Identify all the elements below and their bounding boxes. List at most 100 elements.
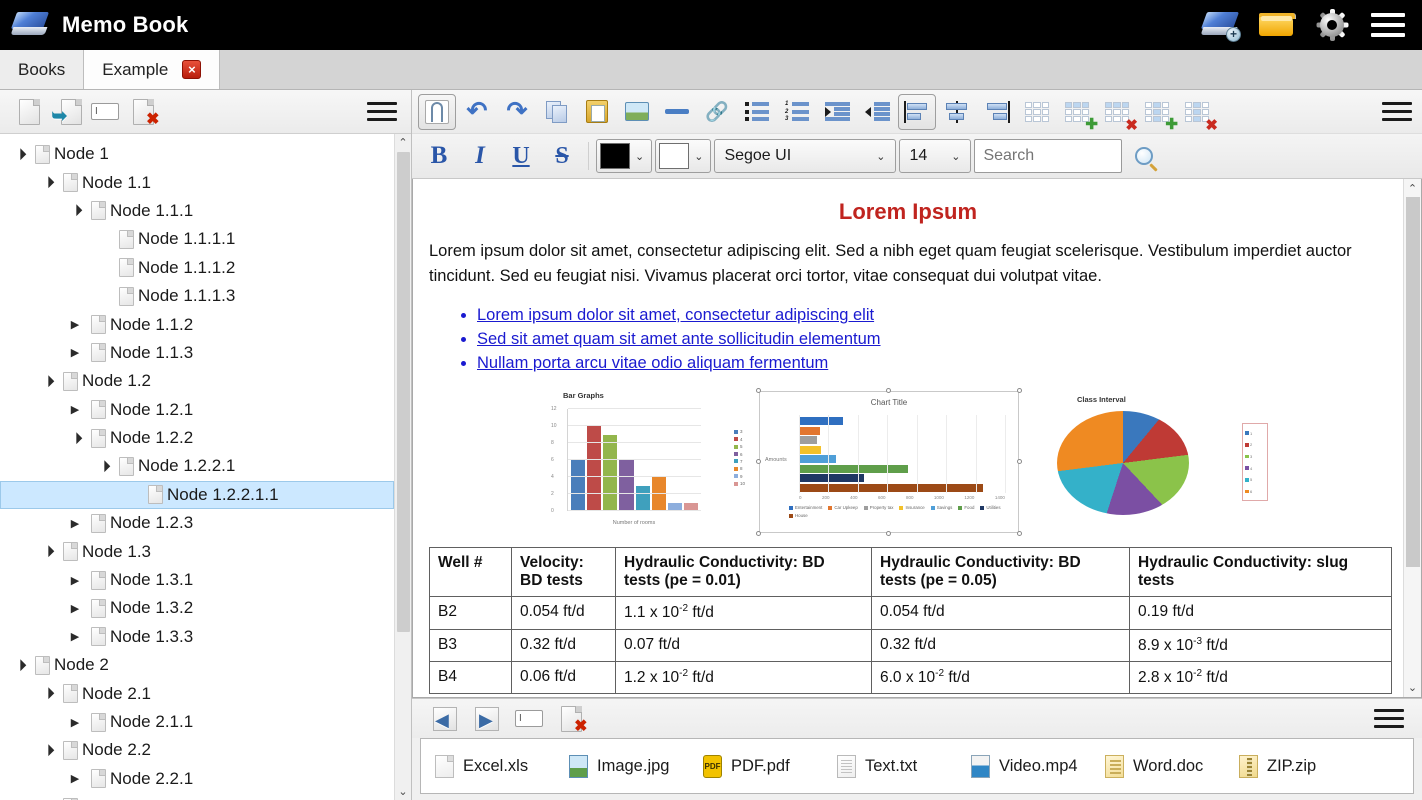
previous-attachment-button[interactable]: ◀	[426, 702, 464, 736]
tree-node[interactable]: Node 1.2.3	[0, 509, 394, 537]
expand-arrow-icon[interactable]	[64, 772, 86, 785]
chevron-down-icon[interactable]: ⌄	[635, 150, 648, 163]
collapse-arrow-icon[interactable]	[8, 659, 30, 672]
bold-button[interactable]: B	[420, 138, 458, 174]
tree-menu-button[interactable]	[363, 95, 401, 129]
tab-books[interactable]: Books	[0, 50, 85, 89]
document-link-item[interactable]: Nullam porta arcu vitae odio aliquam fer…	[477, 351, 1387, 375]
attachment-item[interactable]: ZIP.zip	[1239, 754, 1373, 778]
document-link[interactable]: Nullam porta arcu vitae odio aliquam fer…	[477, 354, 828, 372]
tree-node[interactable]: Node 2	[0, 651, 394, 679]
insert-node-button[interactable]: ➥	[48, 95, 86, 129]
settings-button[interactable]	[1304, 2, 1360, 48]
delete-column-button[interactable]: ✖	[1178, 94, 1218, 134]
expand-arrow-icon[interactable]	[64, 574, 86, 587]
close-tab-icon[interactable]: ×	[182, 60, 202, 79]
tree-node[interactable]: Node 2.3	[0, 793, 394, 800]
open-folder-button[interactable]	[1248, 2, 1304, 48]
main-menu-button[interactable]	[1360, 2, 1416, 48]
delete-node-button[interactable]: ✖	[124, 95, 162, 129]
expand-arrow-icon[interactable]	[64, 403, 86, 416]
document-link-item[interactable]: Lorem ipsum dolor sit amet, consectetur …	[477, 303, 1387, 327]
editor-scrollbar-thumb[interactable]	[1406, 197, 1420, 567]
add-column-button[interactable]: ✚	[1138, 94, 1178, 133]
tree-node[interactable]: Node 1.3.1	[0, 566, 394, 594]
tab-example[interactable]: Example ×	[84, 50, 221, 89]
numbered-list-button[interactable]: 1 2 3	[778, 94, 816, 130]
copy-button[interactable]	[538, 94, 576, 130]
new-node-button[interactable]	[10, 95, 48, 129]
tree-node[interactable]: Node 2.2.1	[0, 765, 394, 793]
tree-node[interactable]: Node 1.2.1	[0, 396, 394, 424]
collapse-arrow-icon[interactable]	[36, 687, 58, 700]
attachment-item[interactable]: Excel.xls	[435, 754, 569, 778]
node-tree[interactable]: Node 1 Node 1.1 Node 1.1.1 Node 1.1.1.1 Node…	[0, 134, 394, 800]
insert-table-button[interactable]	[1018, 94, 1056, 130]
expand-arrow-icon[interactable]	[64, 318, 86, 331]
tree-node[interactable]: Node 1.2.2.1.1	[0, 480, 394, 510]
underline-button[interactable]: U	[502, 138, 540, 174]
expand-arrow-icon[interactable]	[64, 602, 86, 615]
tree-node[interactable]: Node 1.3	[0, 537, 394, 565]
horizontal-rule-button[interactable]	[658, 94, 696, 130]
delete-row-button[interactable]: ✖	[1098, 94, 1138, 134]
resize-handle[interactable]	[886, 531, 891, 537]
add-row-button[interactable]: ✚	[1058, 94, 1098, 133]
increase-indent-button[interactable]	[818, 94, 856, 130]
strikethrough-button[interactable]: S	[543, 138, 581, 174]
document-link[interactable]: Sed sit amet quam sit amet ante sollicit…	[477, 330, 881, 348]
chevron-down-icon[interactable]: ⌄	[694, 150, 707, 163]
tree-node[interactable]: Node 1.2.2.1	[0, 452, 394, 480]
tree-scrollbar-thumb[interactable]	[397, 152, 410, 632]
tree-node[interactable]: Node 1.2	[0, 367, 394, 395]
bar-chart[interactable]: Bar Graphs 0 2 4 6 8 10 12 Number of rooms 3 4 5…	[549, 391, 749, 531]
expand-arrow-icon[interactable]	[64, 716, 86, 729]
collapse-arrow-icon[interactable]	[92, 460, 114, 473]
undo-button[interactable]: ↶	[458, 94, 496, 130]
tree-node[interactable]: Node 1.1.3	[0, 339, 394, 367]
font-family-select[interactable]: Segoe UI ⌄	[714, 139, 897, 173]
add-book-button[interactable]: +	[1192, 2, 1248, 48]
tree-scrollbar[interactable]: ⌃ ⌄	[394, 134, 411, 800]
pie-chart[interactable]: Class Interval 1 2 3 4 5 6	[1049, 391, 1268, 533]
attachment-item[interactable]: PDF PDF.pdf	[703, 754, 837, 778]
horizontal-bar-chart[interactable]: Chart Title Amounts 0 200 400 600 800 1000 120…	[756, 388, 1022, 537]
expand-arrow-icon[interactable]	[64, 517, 86, 530]
attachment-menu-button[interactable]	[1370, 702, 1408, 736]
bullet-list-button[interactable]	[738, 94, 776, 130]
attachment-item[interactable]: Text.txt	[837, 754, 971, 778]
scroll-up-icon[interactable]: ⌃	[398, 136, 407, 149]
attachment-item[interactable]: Image.jpg	[569, 754, 703, 778]
tree-node[interactable]: Node 1	[0, 140, 394, 168]
italic-button[interactable]: I	[461, 138, 499, 174]
resize-handle[interactable]	[1017, 388, 1022, 394]
expand-arrow-icon[interactable]	[64, 346, 86, 359]
resize-handle[interactable]	[756, 531, 761, 537]
search-input[interactable]	[974, 139, 1123, 173]
insert-link-button[interactable]: 🔗	[698, 94, 736, 130]
tree-node[interactable]: Node 1.3.2	[0, 594, 394, 622]
text-color-picker[interactable]: ⌄	[596, 139, 653, 173]
insert-image-button[interactable]	[618, 94, 656, 130]
tree-node[interactable]: Node 2.1	[0, 679, 394, 707]
scroll-down-icon[interactable]: ⌄	[1408, 681, 1417, 694]
expand-arrow-icon[interactable]	[64, 630, 86, 643]
decrease-indent-button[interactable]	[858, 94, 896, 130]
align-center-button[interactable]	[938, 94, 976, 130]
tree-node[interactable]: Node 2.1.1	[0, 708, 394, 736]
align-left-button[interactable]	[898, 93, 936, 130]
tree-node[interactable]: Node 1.1.1.1	[0, 225, 394, 253]
tree-node[interactable]: Node 1.3.3	[0, 623, 394, 651]
scroll-up-icon[interactable]: ⌃	[1408, 182, 1417, 195]
attachment-item[interactable]: Video.mp4	[971, 754, 1105, 778]
editor-menu-button[interactable]	[1378, 94, 1416, 130]
collapse-arrow-icon[interactable]	[36, 375, 58, 388]
collapse-arrow-icon[interactable]	[64, 204, 86, 217]
document-link[interactable]: Lorem ipsum dolor sit amet, consectetur …	[477, 306, 874, 324]
resize-handle[interactable]	[1017, 459, 1022, 465]
tree-node[interactable]: Node 1.1.1.3	[0, 282, 394, 310]
rename-attachment-button[interactable]: I	[510, 702, 548, 736]
attachment-item[interactable]: Word.doc	[1105, 754, 1239, 778]
align-right-button[interactable]	[978, 94, 1016, 130]
collapse-arrow-icon[interactable]	[36, 176, 58, 189]
